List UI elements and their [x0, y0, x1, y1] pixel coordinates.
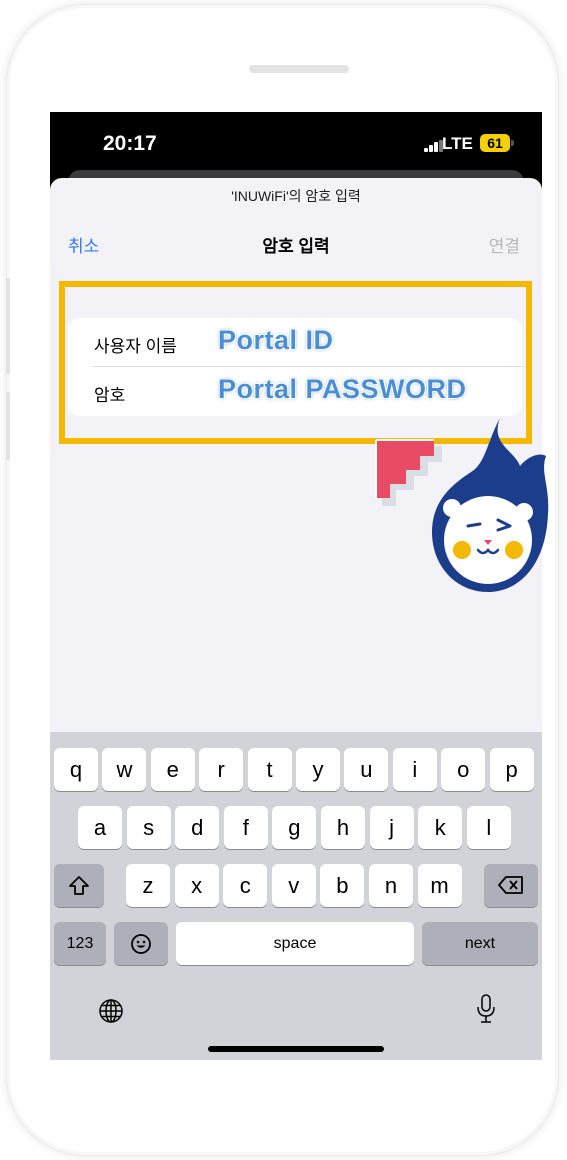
shift-icon — [69, 876, 89, 895]
connect-button[interactable]: 연결 — [489, 232, 520, 257]
key-b[interactable]: b — [320, 864, 365, 907]
status-bar: 20:17 LTE 61 — [50, 112, 542, 178]
key-z[interactable]: z — [126, 864, 170, 907]
key-o[interactable]: o — [441, 748, 486, 791]
mic-icon[interactable] — [476, 994, 496, 1024]
key-d[interactable]: d — [175, 806, 220, 849]
key-f[interactable]: f — [223, 806, 268, 849]
next-key[interactable]: next — [422, 922, 538, 965]
key-v[interactable]: v — [271, 864, 316, 907]
space-key[interactable]: space — [176, 922, 414, 965]
key-u[interactable]: u — [344, 748, 389, 791]
key-s[interactable]: s — [126, 806, 171, 849]
key-e[interactable]: e — [150, 748, 195, 791]
globe-icon[interactable] — [98, 998, 124, 1024]
network-type: LTE — [442, 134, 473, 153]
backspace-key[interactable] — [484, 864, 538, 907]
key-n[interactable]: n — [369, 864, 413, 907]
volume-up-button — [6, 278, 10, 374]
cancel-button[interactable]: 취소 — [68, 232, 99, 257]
mascot-icon — [432, 418, 549, 592]
key-r[interactable]: r — [199, 748, 244, 791]
key-c[interactable]: c — [223, 864, 268, 907]
key-x[interactable]: x — [174, 864, 219, 907]
backspace-icon — [498, 876, 523, 894]
key-y[interactable]: y — [296, 748, 340, 791]
key-l[interactable]: l — [466, 806, 511, 849]
key-k[interactable]: k — [418, 806, 463, 849]
battery-tip — [511, 140, 514, 146]
key-p[interactable]: p — [489, 748, 534, 791]
key-t[interactable]: t — [247, 748, 292, 791]
keyboard: 123 space next qwertyuiop asdfghjkl zxcvbn — [50, 732, 542, 1060]
key-i[interactable]: i — [392, 748, 437, 791]
key-h[interactable]: h — [321, 806, 365, 849]
emoji-icon — [131, 934, 151, 954]
key-a[interactable]: a — [78, 806, 122, 849]
key-q[interactable]: q — [54, 748, 98, 791]
sheet-subtitle: 'INUWiFi'의 암호 입력 — [231, 188, 361, 204]
battery-icon: 61 — [480, 134, 510, 152]
key-m[interactable]: m — [417, 864, 462, 907]
battery-level: 61 — [487, 135, 503, 151]
nav-title: 암호 입력 — [262, 237, 330, 256]
key-g[interactable]: g — [272, 806, 317, 849]
status-time: 20:17 — [103, 132, 157, 155]
home-indicator — [208, 1046, 384, 1052]
shift-key[interactable] — [54, 864, 104, 907]
speaker-grille — [249, 65, 349, 73]
emoji-key[interactable] — [114, 922, 168, 965]
key-w[interactable]: w — [102, 748, 147, 791]
key-j[interactable]: j — [369, 806, 414, 849]
volume-down-button — [6, 392, 10, 460]
numbers-key[interactable]: 123 — [54, 922, 106, 965]
